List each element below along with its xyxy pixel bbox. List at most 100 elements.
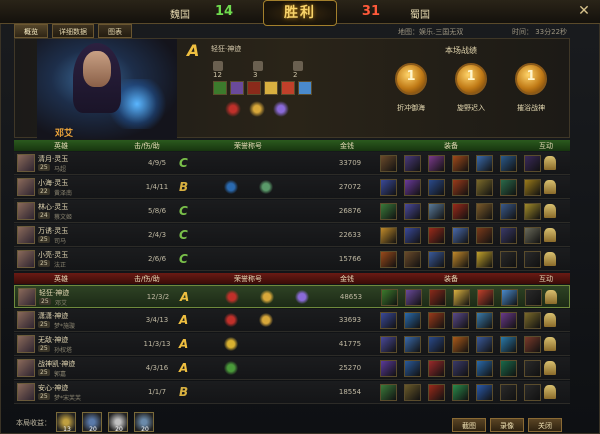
equipment-item-icon[interactable] bbox=[452, 251, 469, 268]
tab-details[interactable]: 详细数据 bbox=[52, 24, 94, 38]
player-row[interactable]: 林心·灵玉 24 蔡文姬 5/8/6 C 26876 bbox=[14, 200, 570, 223]
close-button[interactable]: 关闭 bbox=[528, 418, 562, 432]
equipment-item-icon[interactable] bbox=[404, 227, 421, 244]
equipment-item-icon[interactable] bbox=[500, 179, 517, 196]
player-row[interactable]: 轻狂·神迹 25 邓艾 12/3/2 A 48653 bbox=[14, 285, 570, 308]
equipment-item-icon[interactable] bbox=[453, 289, 470, 306]
equipment-item-icon[interactable] bbox=[500, 360, 517, 377]
interact-bell-icon[interactable] bbox=[544, 204, 556, 218]
player-row[interactable]: 万诱·灵玉 25 司马 2/4/3 C 22633 bbox=[14, 224, 570, 247]
equipment-item-icon[interactable] bbox=[476, 360, 493, 377]
equipment-item-icon[interactable] bbox=[500, 384, 517, 401]
equipment-item-icon[interactable] bbox=[452, 384, 469, 401]
equipment-item-icon[interactable] bbox=[428, 360, 445, 377]
equipment-item-icon[interactable] bbox=[524, 227, 541, 244]
equipment-item-icon[interactable] bbox=[524, 251, 541, 268]
interact-bell-icon[interactable] bbox=[544, 252, 556, 266]
equipment-item-icon[interactable] bbox=[404, 155, 421, 172]
equipment-item-icon[interactable] bbox=[428, 251, 445, 268]
equipment-item-icon[interactable] bbox=[380, 360, 397, 377]
equipment-item-icon[interactable] bbox=[404, 251, 421, 268]
equipment-item-icon[interactable] bbox=[404, 360, 421, 377]
equipment-item-icon[interactable] bbox=[452, 312, 469, 329]
equipment-item-icon[interactable] bbox=[452, 203, 469, 220]
equipment-item-icon[interactable] bbox=[500, 336, 517, 353]
equipment-item-icon[interactable] bbox=[452, 227, 469, 244]
player-row[interactable]: 无敌·神迹 25 孙权塔 11/3/13 A 41775 bbox=[14, 333, 570, 356]
equipment-item-icon[interactable] bbox=[524, 360, 541, 377]
equipment-item-icon[interactable] bbox=[380, 179, 397, 196]
equipment-item-icon[interactable] bbox=[524, 203, 541, 220]
equipment-item-icon[interactable] bbox=[524, 336, 541, 353]
equipment-item-icon[interactable] bbox=[428, 384, 445, 401]
equipment-item-icon[interactable] bbox=[428, 155, 445, 172]
equipment-item-icon[interactable] bbox=[524, 179, 541, 196]
equipment-item-icon[interactable] bbox=[524, 155, 541, 172]
player-row[interactable]: 潇潇·神迹 25 梦*施璇 3/4/13 A 33693 bbox=[14, 309, 570, 332]
hero-item-icon[interactable] bbox=[247, 81, 261, 95]
equipment-item-icon[interactable] bbox=[429, 289, 446, 306]
equipment-item-icon[interactable] bbox=[501, 289, 518, 306]
equipment-item-icon[interactable] bbox=[476, 155, 493, 172]
equipment-item-icon[interactable] bbox=[428, 179, 445, 196]
interact-bell-icon[interactable] bbox=[545, 290, 557, 304]
player-row[interactable]: 小海·灵玉 22 黄泽南 1/4/11 B 27072 bbox=[14, 176, 570, 199]
equipment-item-icon[interactable] bbox=[428, 227, 445, 244]
replay-button[interactable]: 录像 bbox=[490, 418, 524, 432]
interact-bell-icon[interactable] bbox=[544, 156, 556, 170]
equipment-item-icon[interactable] bbox=[404, 336, 421, 353]
equipment-item-icon[interactable] bbox=[452, 360, 469, 377]
equipment-item-icon[interactable] bbox=[476, 336, 493, 353]
equipment-item-icon[interactable] bbox=[381, 289, 398, 306]
equipment-item-icon[interactable] bbox=[380, 251, 397, 268]
equipment-item-icon[interactable] bbox=[404, 384, 421, 401]
equipment-item-icon[interactable] bbox=[380, 155, 397, 172]
equipment-item-icon[interactable] bbox=[500, 155, 517, 172]
player-row[interactable]: 战神凯·神迹 25 郭嘉 4/3/16 A 25270 bbox=[14, 357, 570, 380]
equipment-item-icon[interactable] bbox=[500, 203, 517, 220]
equipment-item-icon[interactable] bbox=[500, 227, 517, 244]
interact-bell-icon[interactable] bbox=[544, 385, 556, 399]
equipment-item-icon[interactable] bbox=[428, 336, 445, 353]
equipment-item-icon[interactable] bbox=[380, 336, 397, 353]
equipment-item-icon[interactable] bbox=[500, 251, 517, 268]
interact-bell-icon[interactable] bbox=[544, 313, 556, 327]
equipment-item-icon[interactable] bbox=[452, 155, 469, 172]
equipment-item-icon[interactable] bbox=[500, 312, 517, 329]
equipment-item-icon[interactable] bbox=[476, 251, 493, 268]
hero-item-icon[interactable] bbox=[264, 81, 278, 95]
player-row[interactable]: 安心·神迹 25 梦*宋芙芙 1/1/7 B 18554 bbox=[14, 381, 570, 404]
equipment-item-icon[interactable] bbox=[452, 179, 469, 196]
hero-item-icon[interactable] bbox=[230, 81, 244, 95]
equipment-item-icon[interactable] bbox=[380, 203, 397, 220]
interact-bell-icon[interactable] bbox=[544, 180, 556, 194]
tab-charts[interactable]: 图表 bbox=[98, 24, 132, 38]
equipment-item-icon[interactable] bbox=[525, 289, 542, 306]
equipment-item-icon[interactable] bbox=[477, 289, 494, 306]
hero-item-icon[interactable] bbox=[298, 81, 312, 95]
equipment-item-icon[interactable] bbox=[524, 384, 541, 401]
interact-bell-icon[interactable] bbox=[544, 228, 556, 242]
equipment-item-icon[interactable] bbox=[428, 203, 445, 220]
player-row[interactable]: 清月·灵玉 25 马超 4/9/5 C 33709 bbox=[14, 152, 570, 175]
interact-bell-icon[interactable] bbox=[544, 361, 556, 375]
equipment-item-icon[interactable] bbox=[404, 179, 421, 196]
equipment-item-icon[interactable] bbox=[452, 336, 469, 353]
equipment-item-icon[interactable] bbox=[380, 312, 397, 329]
equipment-item-icon[interactable] bbox=[524, 312, 541, 329]
equipment-item-icon[interactable] bbox=[476, 312, 493, 329]
hero-item-icon[interactable] bbox=[213, 81, 227, 95]
equipment-item-icon[interactable] bbox=[404, 312, 421, 329]
tab-overview[interactable]: 概览 bbox=[14, 24, 48, 38]
equipment-item-icon[interactable] bbox=[404, 203, 421, 220]
player-row[interactable]: 小亮·灵玉 25 法正 2/6/6 C 15766 bbox=[14, 248, 570, 271]
interact-bell-icon[interactable] bbox=[544, 337, 556, 351]
screenshot-button[interactable]: 截图 bbox=[452, 418, 486, 432]
equipment-item-icon[interactable] bbox=[428, 312, 445, 329]
close-icon[interactable]: ✕ bbox=[576, 3, 592, 19]
equipment-item-icon[interactable] bbox=[405, 289, 422, 306]
equipment-item-icon[interactable] bbox=[380, 384, 397, 401]
equipment-item-icon[interactable] bbox=[476, 179, 493, 196]
hero-item-icon[interactable] bbox=[281, 81, 295, 95]
equipment-item-icon[interactable] bbox=[476, 384, 493, 401]
